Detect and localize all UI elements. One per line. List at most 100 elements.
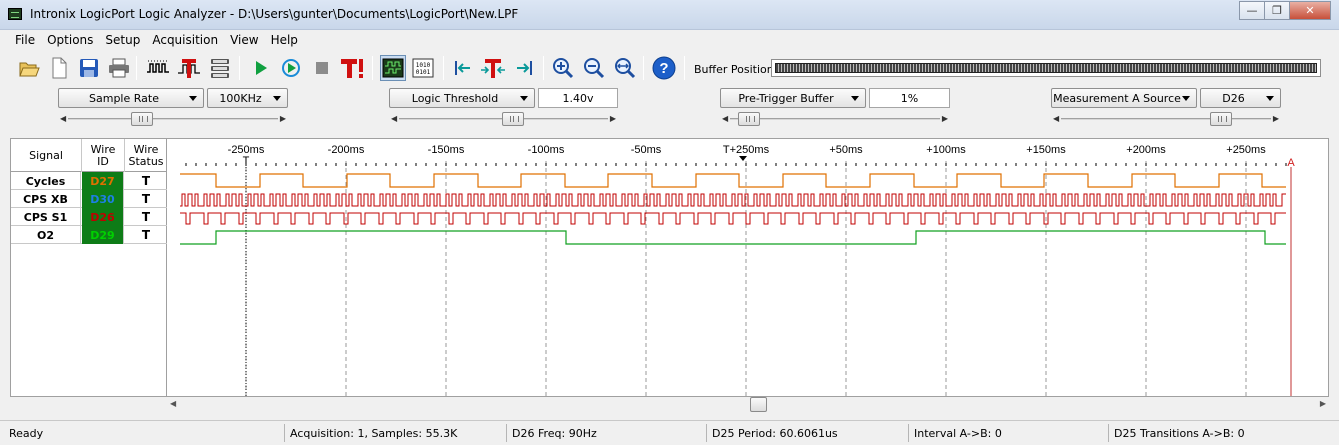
wire-status[interactable]: T — [125, 190, 167, 208]
signal-name[interactable]: Cycles — [11, 172, 81, 190]
wire-id[interactable]: D26 — [82, 208, 124, 226]
timeline-tick-label: +150ms — [1026, 144, 1066, 156]
menu-acquisition[interactable]: Acquisition — [146, 31, 224, 50]
cps-xb-waveform — [180, 193, 1286, 207]
minimize-button[interactable]: — — [1239, 1, 1265, 20]
stop-icon[interactable] — [309, 55, 335, 81]
timeline-tick-label: -200ms — [328, 144, 365, 156]
status-ready: Ready — [9, 426, 44, 440]
restore-button[interactable]: ❐ — [1264, 1, 1290, 20]
open-icon[interactable] — [16, 55, 42, 81]
signal-row[interactable]: CPS XB D30 T — [11, 190, 167, 208]
measurement-value-dropdown[interactable]: D26 — [1200, 88, 1281, 108]
waveform-canvas[interactable]: -250ms -200ms -150ms -100ms -50ms T+250ms +50m… — [168, 139, 1328, 396]
menu-help[interactable]: Help — [265, 31, 304, 50]
svg-text:0101: 0101 — [416, 69, 431, 76]
wire-status[interactable]: T — [125, 226, 167, 244]
run-repeat-icon[interactable] — [278, 55, 304, 81]
pre-trigger-value[interactable]: 1% — [869, 88, 950, 108]
go-to-end-icon[interactable] — [511, 55, 537, 81]
waveform-view-icon[interactable] — [380, 55, 406, 81]
new-file-icon[interactable] — [46, 55, 72, 81]
sample-rate-value-dropdown[interactable]: 100KHz — [207, 88, 288, 108]
menu-options[interactable]: Options — [41, 31, 99, 50]
trigger-config-icon[interactable] — [176, 55, 202, 81]
sample-rate-slider-thumb[interactable] — [130, 112, 153, 126]
signal-row[interactable]: Cycles D27 T — [11, 172, 167, 190]
signal-row[interactable]: O2 D29 T — [11, 226, 167, 244]
app-logo-icon — [8, 8, 22, 20]
center-arrow — [739, 156, 747, 161]
pre-trigger-slider-thumb[interactable] — [737, 112, 760, 126]
signal-name[interactable]: CPS S1 — [11, 208, 81, 226]
zoom-in-icon[interactable] — [550, 55, 576, 81]
menu-view[interactable]: View — [224, 31, 264, 50]
acquisition-controls: Sample Rate 100KHz ◀ ▶ Logic Threshold 1.… — [0, 86, 1339, 132]
window-title: Intronix LogicPort Logic Analyzer - D:\U… — [30, 7, 519, 21]
timeline-tick-label: -50ms — [631, 144, 662, 156]
timeline-tick-label: +200ms — [1126, 144, 1166, 156]
wire-id[interactable]: D29 — [82, 226, 124, 244]
wire-status[interactable]: T — [125, 172, 167, 190]
waveform-panel: Signal Wire ID Wire Status Cycles D27 T … — [10, 138, 1329, 397]
sample-rate-slider[interactable]: ◀ ▶ — [58, 111, 288, 127]
timeline-tick-label: +250ms — [1226, 144, 1266, 156]
measurement-slider[interactable]: ◀ ▶ — [1051, 111, 1281, 127]
wire-status[interactable]: T — [125, 208, 167, 226]
svg-text:?: ? — [659, 60, 668, 77]
sample-rate-dropdown[interactable]: Sample Rate — [58, 88, 204, 108]
interpreter-icon[interactable] — [207, 55, 233, 81]
run-icon[interactable] — [248, 55, 274, 81]
status-interval: Interval A->B: 0 — [908, 424, 1108, 442]
signal-table-header: Signal Wire ID Wire Status — [11, 139, 167, 172]
status-acquisition: Acquisition: 1, Samples: 55.3K — [284, 424, 506, 442]
timeline-scrollbar[interactable]: ◀ ▶ — [167, 396, 1329, 413]
zoom-out-icon[interactable] — [581, 55, 607, 81]
status-bar: Ready Acquisition: 1, Samples: 55.3K D26… — [0, 420, 1339, 445]
logic-threshold-slider-thumb[interactable] — [501, 112, 524, 126]
logic-threshold-slider[interactable]: ◀ ▶ — [389, 111, 618, 127]
timeline-tick-label: -100ms — [528, 144, 565, 156]
toolbar: 1010 0101 ? Buffer Position: — [0, 51, 1339, 85]
signal-row[interactable]: CPS S1 D26 T — [11, 208, 167, 226]
timeline-tick-label: +50ms — [829, 144, 863, 156]
menu-bar: File Options Setup Acquisition View Help — [0, 31, 1339, 50]
status-transitions: D25 Transitions A->B: 0 — [1108, 424, 1339, 442]
timeline-tick-label: +100ms — [926, 144, 966, 156]
status-period: D25 Period: 60.6061us — [706, 424, 908, 442]
logic-threshold-dropdown[interactable]: Logic Threshold — [389, 88, 535, 108]
measurement-slider-thumb[interactable] — [1210, 112, 1233, 126]
signal-name[interactable]: O2 — [11, 226, 81, 244]
force-trigger-icon[interactable] — [339, 55, 365, 81]
signal-column-header: Signal — [11, 139, 82, 172]
logic-threshold-value[interactable]: 1.40v — [538, 88, 618, 108]
help-icon[interactable]: ? — [651, 55, 677, 81]
waveform-display[interactable]: -250ms -200ms -150ms -100ms -50ms T+250ms +50m… — [168, 139, 1328, 396]
wire-id[interactable]: D30 — [82, 190, 124, 208]
zoom-fit-icon[interactable] — [612, 55, 638, 81]
wire-id-column-header: Wire ID — [82, 139, 125, 172]
save-icon[interactable] — [76, 55, 102, 81]
signal-table: Signal Wire ID Wire Status Cycles D27 T … — [11, 139, 167, 396]
wire-status-column-header: Wire Status — [128, 142, 164, 168]
binary-view-icon[interactable]: 1010 0101 — [410, 55, 436, 81]
pre-trigger-buffer-dropdown[interactable]: Pre-Trigger Buffer — [720, 88, 866, 108]
close-button[interactable]: ✕ — [1289, 1, 1331, 20]
menu-setup[interactable]: Setup — [99, 31, 146, 50]
title-bar: Intronix LogicPort Logic Analyzer - D:\U… — [0, 0, 1339, 30]
buffer-position-label: Buffer Position: — [694, 63, 778, 76]
status-frequency: D26 Freq: 90Hz — [506, 424, 706, 442]
pre-trigger-slider[interactable]: ◀ ▶ — [720, 111, 950, 127]
trigger-marker: T — [243, 155, 250, 167]
wire-id[interactable]: D27 — [82, 172, 124, 190]
svg-text:1010: 1010 — [416, 62, 431, 69]
go-to-start-icon[interactable] — [450, 55, 476, 81]
timeline-scroll-thumb[interactable] — [750, 397, 767, 412]
signal-name[interactable]: CPS XB — [11, 190, 81, 208]
menu-file[interactable]: File — [9, 31, 41, 50]
signal-config-icon[interactable] — [145, 55, 171, 81]
buffer-position-bar[interactable] — [771, 59, 1321, 77]
measurement-source-dropdown[interactable]: Measurement A Source — [1051, 88, 1197, 108]
print-icon[interactable] — [106, 55, 132, 81]
go-to-trigger-icon[interactable] — [480, 55, 506, 81]
